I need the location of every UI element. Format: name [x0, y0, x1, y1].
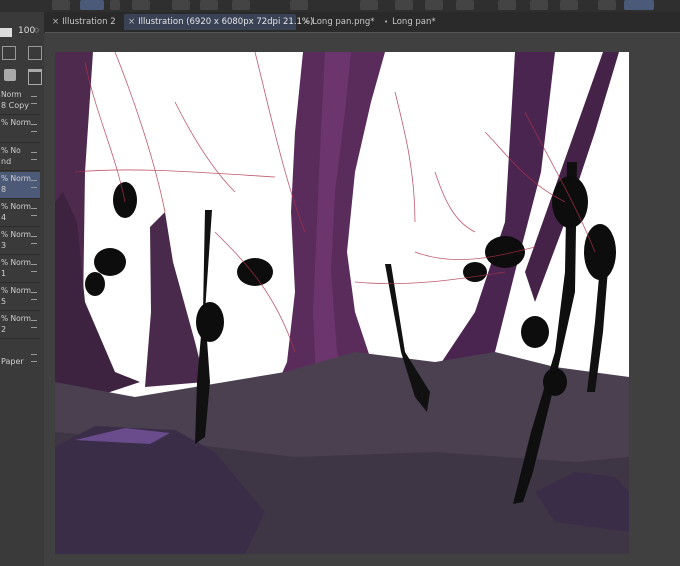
deselect-icon[interactable]: [498, 0, 516, 10]
drag-handle-icon[interactable]: [31, 320, 37, 328]
save-icon[interactable]: [232, 0, 250, 10]
drag-handle-icon[interactable]: [31, 264, 37, 272]
drag-handle-icon[interactable]: [31, 208, 37, 216]
tab-illustration-active[interactable]: × Illustration (6920 x 6080px 72dpi 21.1%…: [124, 14, 313, 30]
layer-row[interactable]: % Norm: [0, 116, 40, 143]
transform-icon[interactable]: [456, 0, 474, 10]
drag-handle-icon[interactable]: [31, 124, 37, 132]
chevron-down-icon[interactable]: [110, 0, 120, 10]
spinner-icon[interactable]: ◇: [34, 26, 39, 34]
opacity-swatch: [0, 28, 12, 37]
drag-handle-icon[interactable]: [31, 96, 37, 104]
opacity-control[interactable]: 100 ◇: [0, 26, 44, 40]
tab-long-pan-png[interactable]: • Long pan.png*: [300, 14, 376, 30]
new-file-icon[interactable]: [172, 0, 190, 10]
camera-icon[interactable]: [132, 0, 150, 10]
close-icon[interactable]: ×: [52, 17, 59, 27]
layer-row-selected[interactable]: % Norm 8: [0, 172, 40, 199]
export-icon[interactable]: [598, 0, 616, 10]
undo-icon[interactable]: [290, 0, 308, 10]
document-tab-bar: × Illustration 2 × Illustration (6920 x 60…: [44, 12, 680, 33]
layer-row[interactable]: % Norm 2: [0, 312, 40, 339]
layer-row-paper[interactable]: Paper: [0, 346, 40, 372]
loading-icon[interactable]: [360, 0, 378, 10]
layer-row[interactable]: % No nd: [0, 144, 40, 171]
tab-illustration-2[interactable]: × Illustration 2: [48, 14, 120, 30]
drag-handle-icon[interactable]: [31, 180, 37, 188]
tab-long-pan[interactable]: • Long pan*: [380, 14, 444, 30]
artwork-canvas[interactable]: [55, 52, 629, 554]
layer-row[interactable]: % Norm 3: [0, 228, 40, 255]
modified-dot-icon: •: [384, 18, 389, 26]
layer-row[interactable]: Norm 8 Copy: [0, 88, 40, 115]
fill-icon[interactable]: [425, 0, 443, 10]
drag-handle-icon[interactable]: [31, 236, 37, 244]
layer-clip-icon[interactable]: [28, 46, 42, 60]
trash-icon[interactable]: [28, 69, 42, 85]
close-icon[interactable]: ×: [128, 17, 135, 27]
ruler-icon[interactable]: [624, 0, 654, 10]
invert-icon[interactable]: [530, 0, 548, 10]
open-folder-icon[interactable]: [200, 0, 218, 10]
drag-handle-icon[interactable]: [31, 152, 37, 160]
layer-row[interactable]: % Norm 1: [0, 256, 40, 283]
layer-row[interactable]: % Norm 4: [0, 200, 40, 227]
layer-panel: 100 ◇ Norm 8 Copy % Norm % No nd % Norm 8 %…: [0, 12, 45, 566]
layer-mask-icon[interactable]: [2, 46, 16, 60]
top-toolbar: [0, 0, 680, 12]
new-layer-icon[interactable]: [4, 69, 16, 81]
drag-handle-icon[interactable]: [31, 354, 37, 362]
crop-icon[interactable]: [560, 0, 578, 10]
edit-icon[interactable]: [80, 0, 104, 10]
layer-row[interactable]: % Norm 5: [0, 284, 40, 311]
modified-dot-icon: •: [304, 18, 309, 26]
drag-handle-icon[interactable]: [31, 292, 37, 300]
menu-icon[interactable]: [52, 0, 70, 10]
clear-icon[interactable]: [395, 0, 413, 10]
opacity-value[interactable]: 100: [18, 26, 35, 36]
